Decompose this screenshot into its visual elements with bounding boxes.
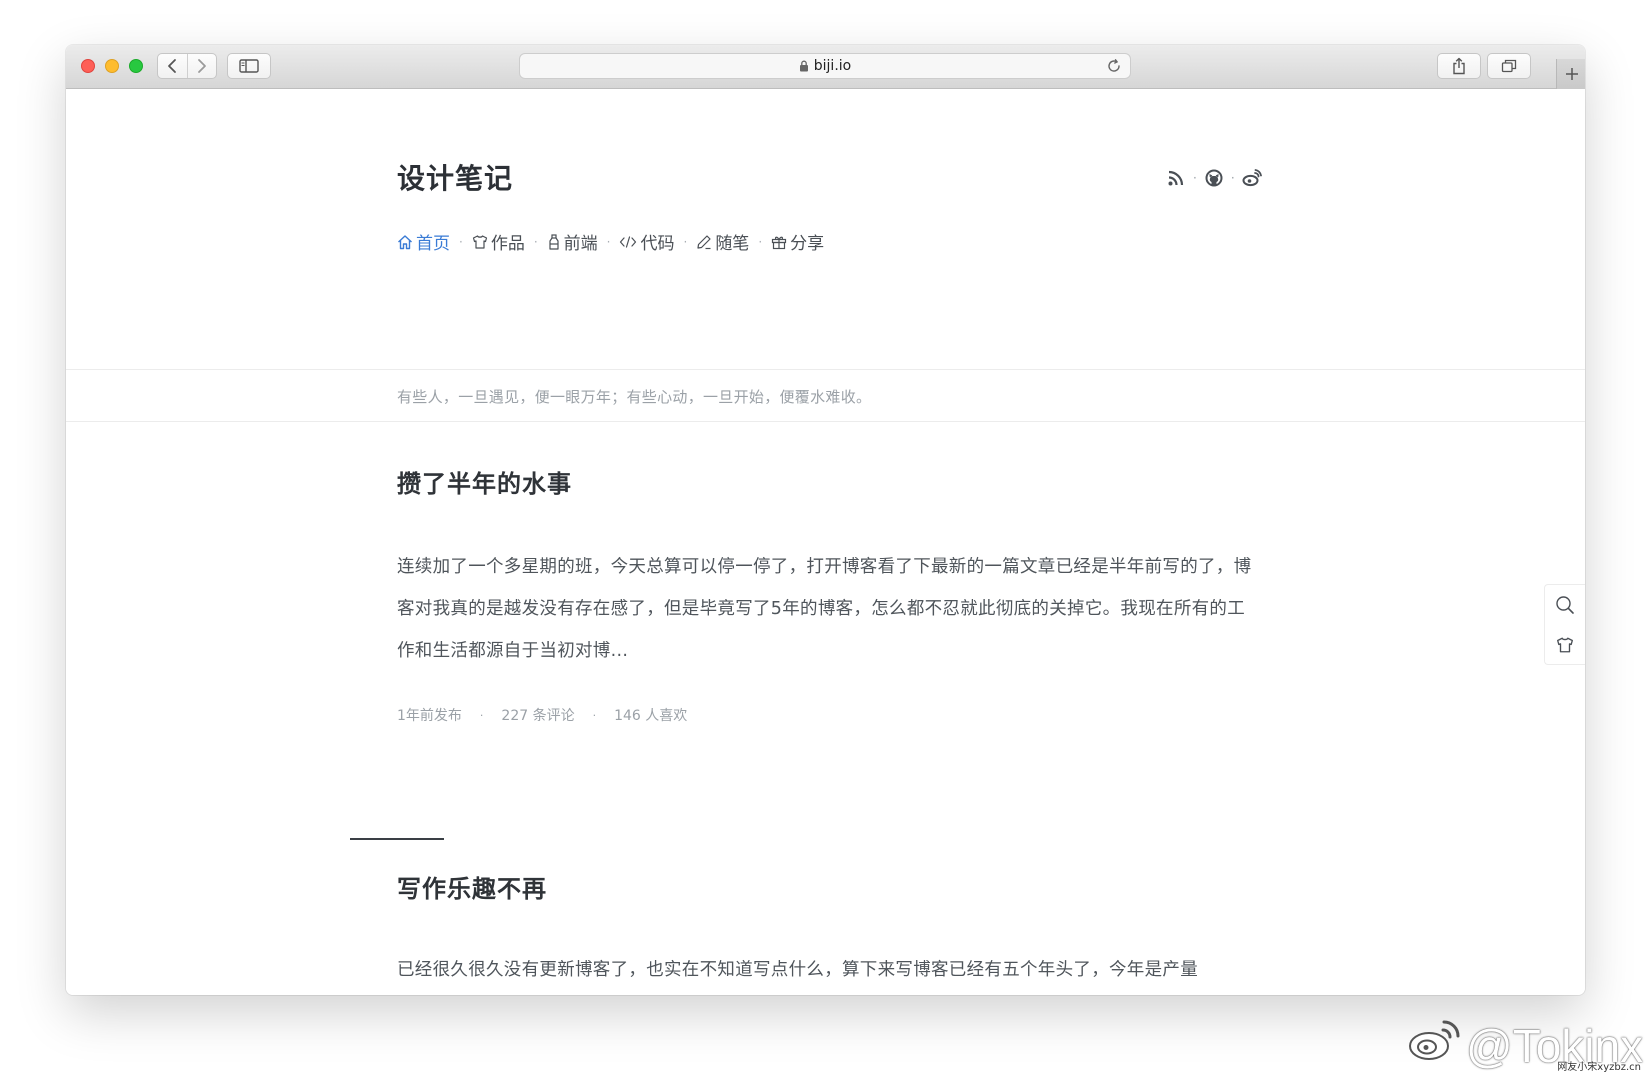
post-title[interactable]: 写作乐趣不再: [397, 869, 547, 904]
zoom-window-button[interactable]: [129, 59, 143, 73]
gift-icon: [772, 236, 787, 249]
meta-separator: ·: [479, 708, 484, 722]
post-excerpt: 连续加了一个多星期的班，今天总算可以停一停了，打开博客看了下最新的一篇文章已经是…: [397, 557, 1252, 661]
social-separator: ·: [1193, 171, 1197, 185]
meta-separator: ·: [592, 708, 597, 722]
sidebar-toggle-button[interactable]: [227, 53, 271, 79]
weibo-icon[interactable]: [1241, 167, 1263, 189]
address-url: biji.io: [813, 58, 852, 74]
chevron-right-icon: [197, 59, 206, 73]
nav-item-label: 分享: [790, 234, 825, 254]
nav-separator: ·: [533, 234, 538, 249]
tshirt-icon: [1557, 637, 1573, 653]
nav-separator: ·: [459, 234, 463, 249]
share-icon: [1453, 57, 1465, 75]
post-excerpt: 已经很久很久没有更新博客了，也实在不知道写点什么，算下来写博客已经有五个年头了，…: [397, 960, 1198, 980]
post-published: 1年前发布: [397, 708, 462, 724]
tabs-overview-button[interactable]: [1487, 53, 1531, 79]
social-links: · ·: [1165, 167, 1263, 189]
address-bar[interactable]: biji.io: [519, 53, 1131, 79]
nav-item-home[interactable]: 首页: [397, 229, 450, 254]
history-nav-group: [157, 53, 217, 79]
pen-icon: [697, 234, 711, 249]
browser-toolbar: biji.io: [66, 45, 1585, 89]
search-icon: [1556, 596, 1574, 614]
post-likes[interactable]: 146 人喜欢: [614, 705, 687, 725]
close-window-button[interactable]: [81, 59, 95, 73]
site-title[interactable]: 设计笔记: [397, 157, 513, 197]
site-quote: 有些人，一旦遇见，便一眼万年；有些心动，一旦开始，便覆水难收。: [397, 388, 872, 406]
github-icon[interactable]: [1203, 167, 1225, 189]
watermark-source: 网友小宋xyzbz.cn: [1557, 1062, 1641, 1073]
post-meta: 1年前发布 · 227 条评论 · 146 人喜欢: [397, 705, 687, 725]
nav-separator: ·: [606, 234, 611, 249]
nav-item-label: 代码: [640, 234, 675, 254]
reload-icon[interactable]: [1106, 58, 1122, 78]
page-viewport: 设计笔记 · · 首页 · 作品 · 前端 · 代码 · 随笔 · 分享 有些人…: [66, 89, 1585, 995]
plus-icon: [1565, 68, 1578, 80]
chevron-left-icon: [168, 59, 177, 73]
nav-separator: ·: [683, 234, 688, 249]
rss-icon[interactable]: [1165, 167, 1187, 189]
works-shortcut-button[interactable]: [1545, 625, 1585, 665]
post-title[interactable]: 攒了半年的水事: [397, 464, 572, 499]
lock-icon: [799, 60, 809, 72]
share-button[interactable]: [1437, 53, 1481, 79]
minimize-window-button[interactable]: [105, 59, 119, 73]
main-nav: 首页 · 作品 · 前端 · 代码 · 随笔 · 分享: [397, 229, 824, 254]
post-comments[interactable]: 227 条评论: [501, 705, 574, 725]
home-icon: [398, 234, 412, 249]
side-toolbar: [1544, 584, 1585, 665]
nav-item-label: 作品: [490, 234, 525, 254]
nav-item-works[interactable]: 作品: [472, 229, 525, 254]
tshirt-icon: [472, 234, 487, 249]
post-divider: [350, 838, 444, 840]
nav-item-notes[interactable]: 随笔: [696, 229, 749, 254]
tabs-icon: [1501, 59, 1517, 73]
search-button[interactable]: [1545, 585, 1585, 625]
nav-item-frontend[interactable]: 前端: [547, 229, 598, 254]
bottle-icon: [549, 233, 559, 250]
nav-item-label: 首页: [416, 234, 450, 254]
sidebar-icon: [239, 59, 259, 73]
nav-item-label: 前端: [563, 234, 598, 254]
browser-window: biji.io 设计笔记 · · 首页 · 作品 · 前端 · 代码 · 随笔 …: [66, 45, 1585, 995]
nav-item-share[interactable]: 分享: [771, 229, 824, 254]
nav-item-code[interactable]: 代码: [619, 229, 674, 254]
nav-separator: ·: [758, 234, 763, 249]
code-icon: [620, 235, 637, 248]
weibo-logo-icon: [1408, 1018, 1460, 1073]
forward-button[interactable]: [186, 54, 217, 78]
quote-bar: 有些人，一旦遇见，便一眼万年；有些心动，一旦开始，便覆水难收。: [66, 369, 1585, 422]
social-separator: ·: [1230, 171, 1235, 185]
nav-item-label: 随笔: [715, 234, 750, 254]
back-button[interactable]: [158, 54, 187, 78]
new-tab-button[interactable]: [1556, 59, 1585, 89]
